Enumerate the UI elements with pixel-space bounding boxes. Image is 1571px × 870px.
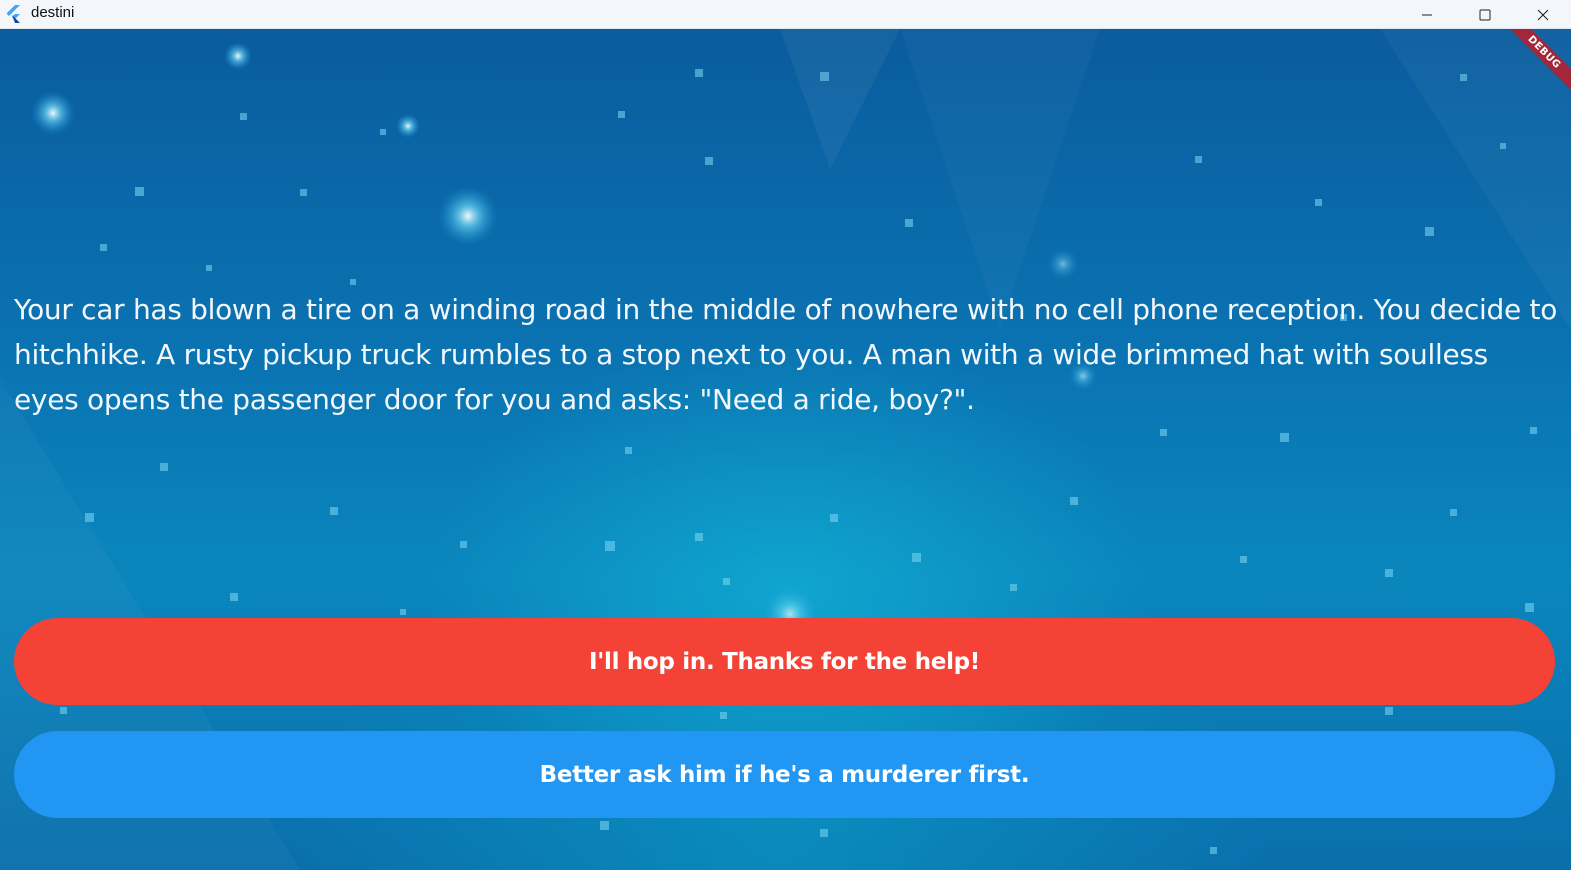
maximize-button[interactable] (1456, 0, 1514, 29)
app-window: destini Your car has blown a tire on a w… (0, 0, 1571, 870)
minimize-button[interactable] (1398, 0, 1456, 29)
flutter-logo-icon (4, 4, 24, 24)
close-icon (1537, 9, 1549, 21)
maximize-icon (1479, 9, 1491, 21)
choice-1-button[interactable]: I'll hop in. Thanks for the help! (14, 618, 1555, 705)
debug-banner-label: DEBUG (1499, 29, 1571, 97)
story-page: Your car has blown a tire on a winding r… (0, 29, 1571, 870)
close-button[interactable] (1514, 0, 1571, 29)
story-text: Your car has blown a tire on a winding r… (14, 293, 1558, 416)
window-title: destini (31, 4, 75, 21)
choice-2-button[interactable]: Better ask him if he's a murderer first. (14, 731, 1555, 818)
debug-banner: DEBUG (1491, 29, 1571, 109)
title-bar[interactable]: destini (0, 0, 1571, 29)
minimize-icon (1421, 9, 1433, 21)
